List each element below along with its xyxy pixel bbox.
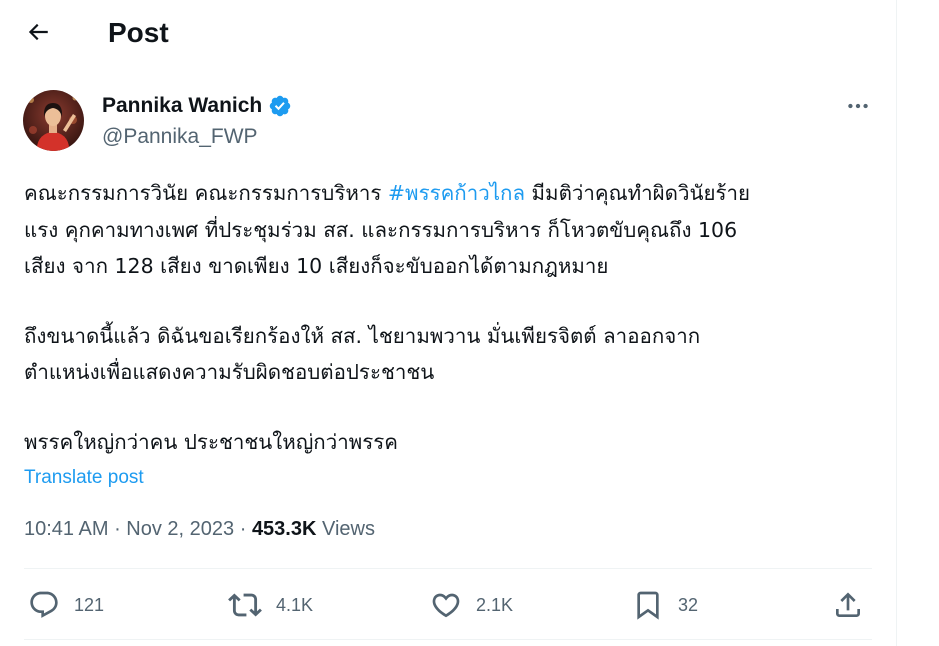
meta-separator: · xyxy=(108,518,127,540)
share-icon xyxy=(836,592,860,617)
heart-icon xyxy=(432,593,460,618)
hashtag-link[interactable]: #พรรคก้าวไกล xyxy=(388,181,525,205)
repost-count: 4.1K xyxy=(276,594,314,615)
post-text-segment: ถึงขนาดนี้แล้ว ดิฉันขอเรียกร้องให้ สส. ไ… xyxy=(24,323,701,348)
header: Post xyxy=(0,0,896,68)
author-name[interactable]: Pannika Wanich xyxy=(102,93,292,119)
repost-button[interactable]: 4.1K xyxy=(228,580,313,630)
like-count: 2.1K xyxy=(476,594,514,615)
bookmark-count: 32 xyxy=(678,594,699,615)
author-handle[interactable]: @Pannika_FWP xyxy=(102,124,258,150)
bookmark-icon xyxy=(637,591,659,620)
post-text-segment: แรง คุกคามทางเพศ ที่ประชุมร่วม สส. และกร… xyxy=(24,217,738,242)
share-button[interactable] xyxy=(832,580,864,630)
more-options-button[interactable] xyxy=(840,88,876,124)
column-border xyxy=(896,0,897,646)
post-text-segment: มีมติว่าคุณทำผิดวินัยร้าย xyxy=(525,181,751,205)
repost-icon xyxy=(228,593,262,617)
reply-button[interactable]: 121 xyxy=(28,580,104,630)
reply-icon xyxy=(30,591,58,618)
avatar[interactable] xyxy=(23,90,84,151)
post-paragraph-3: พรรคใหญ่กว่าคน ประชาชนใหญ่กว่าพรรค xyxy=(24,424,864,461)
divider-bottom xyxy=(24,639,872,640)
post-text-segment: คณะกรรมการวินัย คณะกรรมการบริหาร xyxy=(24,181,388,205)
views-count: 453.3K xyxy=(251,518,317,540)
views-label: Views xyxy=(316,518,375,540)
post-page: Post Pannika Wanich @Pannika_FWP คณะกรรม… xyxy=(0,0,939,646)
profile-photo xyxy=(23,90,84,151)
post-text: คณะกรรมการวินัย คณะกรรมการบริหาร #พรรคก้… xyxy=(24,175,864,460)
bookmark-button[interactable]: 32 xyxy=(632,580,698,630)
action-bar: 121 4.1K 2.1K 32 xyxy=(20,580,876,630)
post-text-segment: ตำแหน่งเพื่อแสดงความรับผิดชอบต่อประชาชน xyxy=(24,360,435,384)
like-button[interactable]: 2.1K xyxy=(430,580,513,630)
arrow-left-icon xyxy=(28,23,48,41)
post-paragraph-1: คณะกรรมการวินัย คณะกรรมการบริหาร #พรรคก้… xyxy=(24,175,864,285)
post-text-segment: พรรคใหญ่กว่าคน ประชาชนใหญ่กว่าพรรค xyxy=(24,429,398,454)
post-meta: 10:41 AM · Nov 2, 2023 · 453.3K Views xyxy=(24,516,375,542)
more-horizontal-icon xyxy=(848,103,868,109)
post-paragraph-2: ถึงขนาดนี้แล้ว ดิฉันขอเรียกร้องให้ สส. ไ… xyxy=(24,318,864,391)
post-text-segment: เสียง จาก 128 เสียง ขาดเพียง 10 เสียงก็จ… xyxy=(24,254,609,278)
reply-count: 121 xyxy=(74,594,105,615)
post-date[interactable]: Nov 2, 2023 xyxy=(126,518,234,540)
divider-top xyxy=(24,568,872,569)
verified-badge-icon xyxy=(270,95,291,117)
meta-separator: · xyxy=(234,518,252,540)
page-title: Post xyxy=(108,17,169,48)
post-time[interactable]: 10:41 AM xyxy=(24,518,109,540)
translate-post-link[interactable]: Translate post xyxy=(24,466,144,490)
back-button[interactable] xyxy=(20,14,56,50)
author-name-text: Pannika Wanich xyxy=(102,94,263,117)
